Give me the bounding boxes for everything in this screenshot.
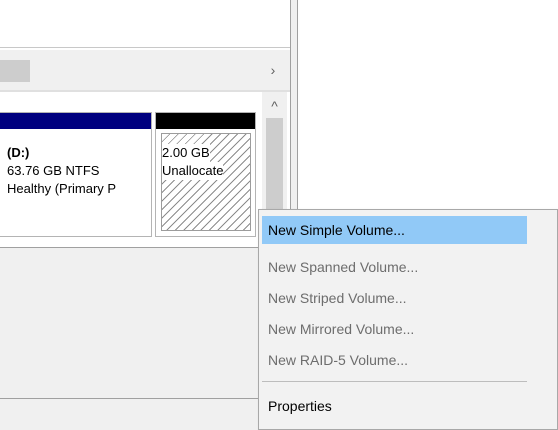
unallocated-bar: [156, 113, 255, 129]
horizontal-scrollbar[interactable]: ›: [0, 50, 290, 90]
unallocated-size: 2.00 GB: [162, 144, 210, 162]
menu-item-properties[interactable]: Properties: [262, 392, 527, 420]
scroll-up-arrow-icon[interactable]: ^: [262, 96, 287, 116]
unallocated-info: 2.00 GB Unallocate: [162, 144, 252, 180]
context-menu: New Simple Volume... New Spanned Volume.…: [258, 209, 558, 430]
list-divider: [0, 47, 290, 48]
menu-item-new-striped-volume: New Striped Volume...: [268, 290, 407, 306]
pane-divider: [0, 90, 290, 92]
volume-d-name: (D:): [7, 145, 30, 160]
status-strip: [0, 399, 290, 430]
disk-list-background: [0, 248, 290, 398]
unallocated-block[interactable]: 2.00 GB Unallocate: [155, 112, 256, 237]
scroll-right-arrow-icon[interactable]: ›: [262, 58, 284, 82]
primary-partition-bar: [0, 113, 151, 129]
menu-item-new-spanned-volume: New Spanned Volume...: [268, 259, 419, 275]
disk-view-pane: › (D:) 63.76 GB NTFS Healthy (Primary P …: [0, 0, 290, 430]
menu-item-new-simple-volume[interactable]: New Simple Volume...: [262, 216, 527, 244]
volume-d-status: Healthy (Primary P: [7, 181, 117, 196]
unallocated-status: Unallocate: [162, 162, 224, 180]
menu-item-new-raid5-volume: New RAID-5 Volume...: [268, 352, 409, 368]
volume-d-block[interactable]: (D:) 63.76 GB NTFS Healthy (Primary P: [0, 112, 152, 237]
volume-d-info: (D:) 63.76 GB NTFS Healthy (Primary P: [7, 144, 152, 198]
menu-separator: [262, 381, 527, 382]
horizontal-scroll-thumb[interactable]: [0, 60, 30, 82]
menu-item-new-mirrored-volume: New Mirrored Volume...: [268, 321, 415, 337]
volume-d-size: 63.76 GB NTFS: [7, 163, 100, 178]
